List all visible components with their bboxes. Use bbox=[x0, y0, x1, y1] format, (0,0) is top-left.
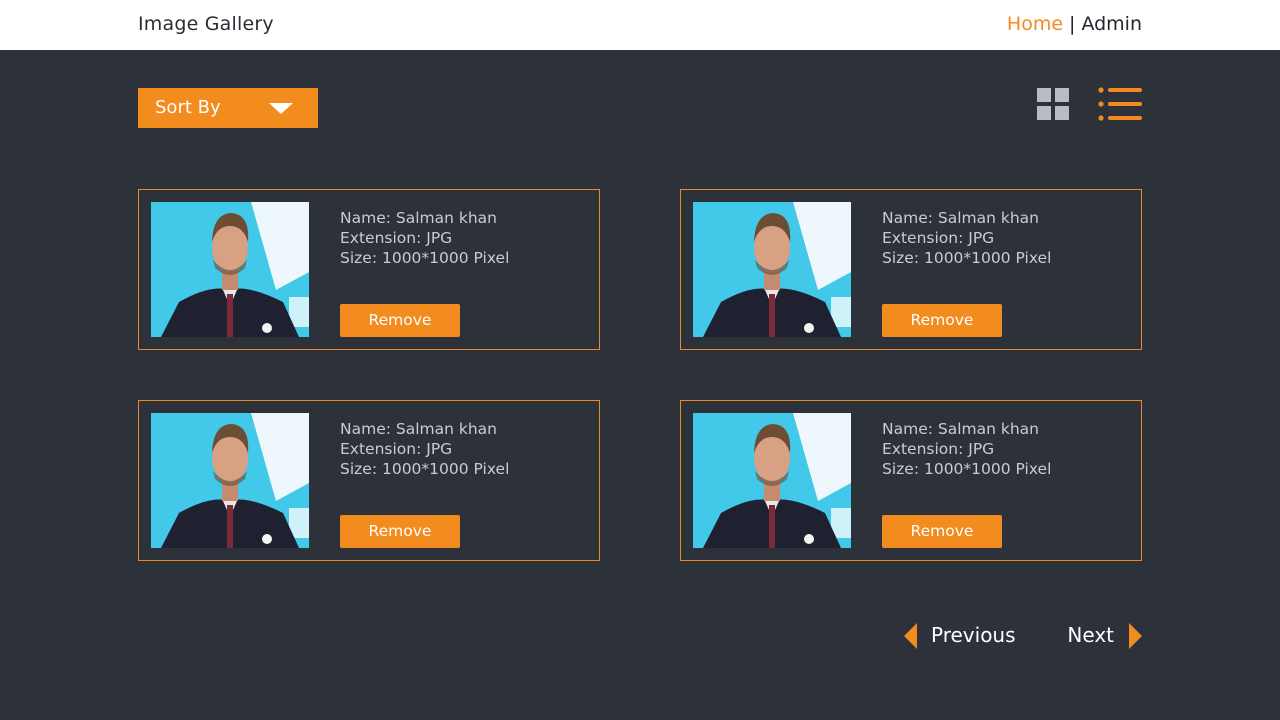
image-name: Name: Salman khan bbox=[340, 209, 497, 227]
photo-thumbnail bbox=[693, 202, 851, 337]
image-name: Name: Salman khan bbox=[882, 420, 1039, 438]
top-nav: Home | Admin bbox=[1007, 13, 1142, 35]
card-info: Name: Salman khan Extension: JPG Size: 1… bbox=[882, 419, 1051, 479]
remove-button[interactable]: Remove bbox=[882, 515, 1002, 548]
image-name: Name: Salman khan bbox=[882, 209, 1039, 227]
image-extension: Extension: JPG bbox=[882, 229, 995, 247]
card-info: Name: Salman khan Extension: JPG Size: 1… bbox=[340, 208, 509, 268]
card-info: Name: Salman khan Extension: JPG Size: 1… bbox=[340, 419, 509, 479]
list-view-icon[interactable] bbox=[1098, 87, 1142, 121]
next-button[interactable]: Next bbox=[1067, 621, 1142, 651]
photo-thumbnail bbox=[151, 202, 309, 337]
previous-button[interactable]: Previous bbox=[904, 621, 1016, 651]
remove-button[interactable]: Remove bbox=[882, 304, 1002, 337]
image-size: Size: 1000*1000 Pixel bbox=[340, 249, 510, 267]
nav-admin-link[interactable]: Admin bbox=[1081, 13, 1142, 35]
image-size: Size: 1000*1000 Pixel bbox=[340, 460, 510, 478]
photo-thumbnail bbox=[693, 413, 851, 548]
gallery-card: Name: Salman khan Extension: JPG Size: 1… bbox=[138, 189, 600, 350]
top-bar: Image Gallery Home | Admin bbox=[0, 0, 1280, 50]
image-extension: Extension: JPG bbox=[340, 440, 453, 458]
next-label: Next bbox=[1067, 623, 1114, 647]
gallery-card: Name: Salman khan Extension: JPG Size: 1… bbox=[680, 400, 1142, 561]
nav-home-link[interactable]: Home bbox=[1007, 13, 1063, 35]
image-size: Size: 1000*1000 Pixel bbox=[882, 249, 1052, 267]
card-info: Name: Salman khan Extension: JPG Size: 1… bbox=[882, 208, 1051, 268]
gallery-card: Name: Salman khan Extension: JPG Size: 1… bbox=[680, 189, 1142, 350]
caret-down-icon bbox=[269, 103, 293, 114]
image-extension: Extension: JPG bbox=[882, 440, 995, 458]
app-title: Image Gallery bbox=[138, 13, 274, 35]
image-name: Name: Salman khan bbox=[340, 420, 497, 438]
arrow-right-icon bbox=[1129, 622, 1142, 649]
nav-separator: | bbox=[1069, 13, 1076, 35]
image-size: Size: 1000*1000 Pixel bbox=[882, 460, 1052, 478]
image-extension: Extension: JPG bbox=[340, 229, 453, 247]
arrow-left-icon bbox=[904, 622, 917, 649]
previous-label: Previous bbox=[931, 623, 1016, 647]
photo-thumbnail bbox=[151, 413, 309, 548]
sort-by-dropdown[interactable]: Sort By bbox=[138, 88, 318, 128]
sort-by-label: Sort By bbox=[155, 97, 221, 118]
remove-button[interactable]: Remove bbox=[340, 304, 460, 337]
grid-view-icon[interactable] bbox=[1037, 88, 1069, 120]
gallery-card: Name: Salman khan Extension: JPG Size: 1… bbox=[138, 400, 600, 561]
remove-button[interactable]: Remove bbox=[340, 515, 460, 548]
